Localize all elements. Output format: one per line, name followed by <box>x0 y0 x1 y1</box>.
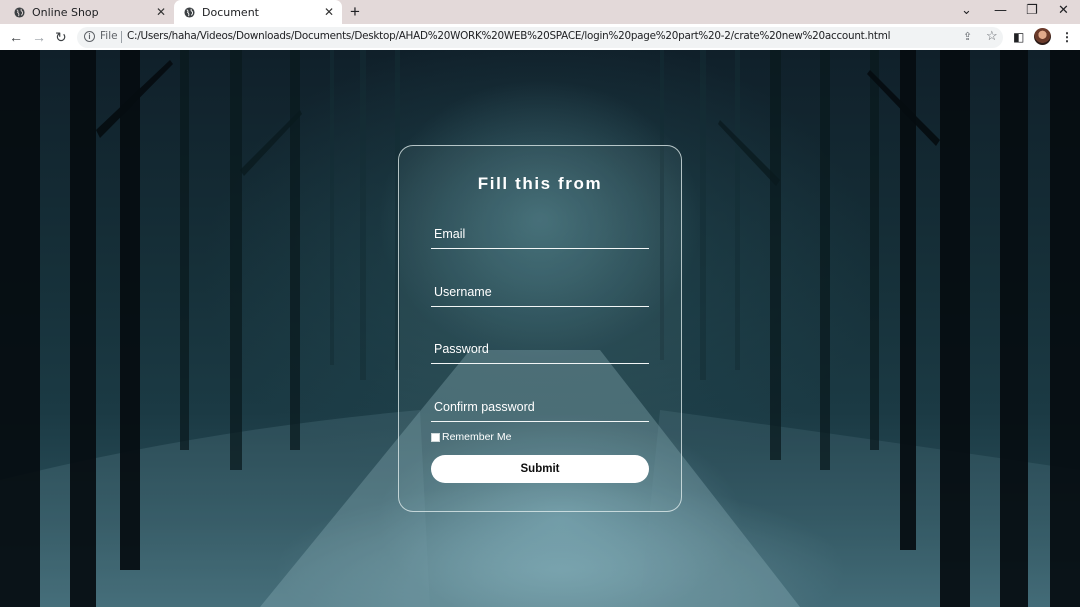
tab-online-shop[interactable]: Online Shop ✕ <box>0 0 174 24</box>
page-viewport: Fill this from Remember Me Submit <box>0 50 1080 607</box>
email-input[interactable] <box>431 219 649 248</box>
username-input[interactable] <box>431 277 649 306</box>
back-icon[interactable]: ← <box>9 28 23 46</box>
browser-toolbar: ← → ↻ i File C:/Users/haha/Videos/Downlo… <box>0 24 1080 50</box>
menu-kebab-icon[interactable]: ⋮ <box>1061 29 1073 45</box>
email-field <box>431 219 649 249</box>
tab-document[interactable]: Document ✕ <box>174 0 342 24</box>
confirm-password-input[interactable] <box>431 392 649 421</box>
side-panel-icon[interactable]: ◧ <box>1013 29 1024 45</box>
new-tab-button[interactable]: + <box>350 2 360 22</box>
close-window-icon[interactable]: ✕ <box>1058 3 1069 19</box>
close-tab-icon[interactable]: ✕ <box>324 5 334 19</box>
remember-me-label: Remember Me <box>442 431 512 443</box>
tab-strip: Online Shop ✕ Document ✕ + ⌄ — ❐ ✕ <box>0 0 1080 24</box>
forward-icon[interactable]: → <box>32 28 46 46</box>
password-field <box>431 334 649 364</box>
reload-icon[interactable]: ↻ <box>55 28 67 46</box>
restore-icon[interactable]: ❐ <box>1026 3 1038 19</box>
form-title: Fill this from <box>477 174 603 193</box>
url-text[interactable]: C:/Users/haha/Videos/Downloads/Documents… <box>127 30 890 42</box>
address-bar[interactable]: i File C:/Users/haha/Videos/Downloads/Do… <box>77 27 1003 48</box>
profile-avatar[interactable] <box>1034 28 1051 45</box>
bookmark-star-icon[interactable]: ☆ <box>986 28 998 44</box>
scheme-label: File <box>100 30 118 42</box>
tab-title: Document <box>202 5 259 19</box>
info-icon[interactable]: i <box>84 31 95 42</box>
create-account-form: Fill this from Remember Me Submit <box>398 145 682 512</box>
tab-search-icon[interactable]: ⌄ <box>961 3 972 19</box>
globe-icon <box>184 6 195 18</box>
close-tab-icon[interactable]: ✕ <box>156 5 166 19</box>
remember-me-checkbox[interactable] <box>431 432 440 442</box>
remember-me[interactable]: Remember Me <box>431 431 511 443</box>
submit-button[interactable]: Submit <box>431 455 649 483</box>
username-field <box>431 277 649 307</box>
tab-title: Online Shop <box>32 5 99 19</box>
minimize-icon[interactable]: — <box>994 3 1007 19</box>
confirm-password-field <box>431 392 649 422</box>
password-input[interactable] <box>431 334 649 363</box>
address-divider <box>121 31 122 43</box>
globe-icon <box>14 6 25 18</box>
share-icon[interactable]: ⇪ <box>963 30 972 43</box>
